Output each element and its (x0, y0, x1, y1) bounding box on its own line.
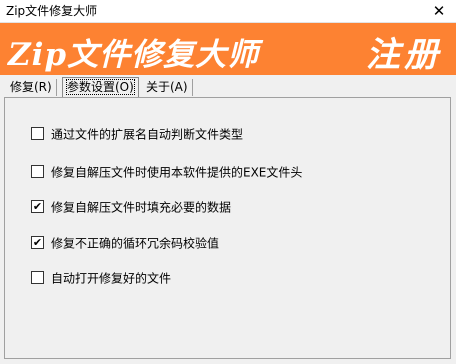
banner-title: Zip文件修复大师 (8, 37, 260, 73)
app-banner: Zip文件修复大师 注册 (0, 23, 456, 75)
option-fix-crc[interactable]: ✔ 修复不正确的循环冗余码校验值 (31, 235, 219, 251)
option-auto-open[interactable]: 自动打开修复好的文件 (31, 270, 171, 286)
checkbox[interactable] (31, 165, 44, 178)
option-use-exe-header[interactable]: 修复自解压文件时使用本软件提供的EXE文件头 (31, 164, 302, 180)
option-label: 修复自解压文件时使用本软件提供的EXE文件头 (51, 165, 303, 180)
title-bar: Zip文件修复大师 ✕ (0, 0, 456, 23)
option-label: 修复自解压文件时填充必要的数据 (51, 200, 232, 215)
close-icon[interactable]: ✕ (422, 0, 456, 22)
checkbox[interactable]: ✔ (31, 200, 44, 213)
option-label: 通过文件的扩展名自动判断文件类型 (51, 127, 244, 142)
tab-about-label: 关于(A) (146, 80, 188, 94)
option-label: 修复不正确的循环冗余码校验值 (51, 236, 220, 251)
option-fill-required-data[interactable]: ✔ 修复自解压文件时填充必要的数据 (31, 199, 231, 215)
tab-settings[interactable]: 参数设置(O) (62, 77, 139, 97)
tab-about[interactable]: 关于(A) (142, 79, 193, 96)
tab-strip: 修复(R) 参数设置(O) 关于(A) (0, 77, 456, 97)
register-button[interactable]: 注册 (366, 27, 442, 76)
tab-repair[interactable]: 修复(R) (6, 79, 57, 96)
checkbox[interactable] (31, 127, 44, 140)
settings-panel: 通过文件的扩展名自动判断文件类型 修复自解压文件时使用本软件提供的EXE文件头 … (4, 97, 451, 359)
tab-repair-label: 修复(R) (10, 80, 52, 94)
window-title: Zip文件修复大师 (6, 4, 98, 18)
checkbox[interactable]: ✔ (31, 236, 44, 249)
option-label: 自动打开修复好的文件 (51, 271, 172, 286)
tab-settings-label: 参数设置(O) (66, 79, 135, 95)
option-auto-detect-type[interactable]: 通过文件的扩展名自动判断文件类型 (31, 126, 243, 142)
checkbox[interactable] (31, 271, 44, 284)
